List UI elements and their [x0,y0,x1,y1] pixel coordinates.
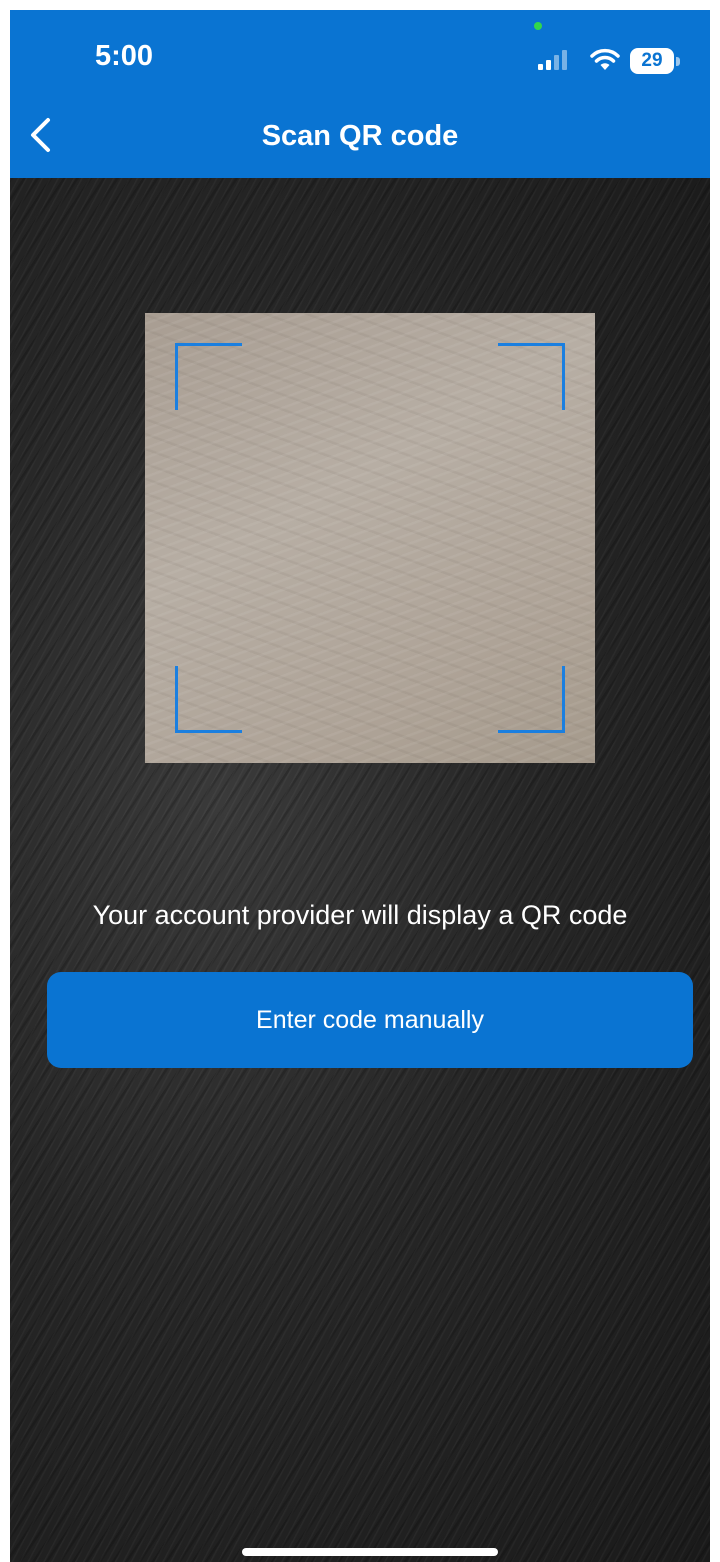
scan-instruction: Your account provider will display a QR … [92,900,628,930]
battery-level: 29 [630,48,674,74]
page-title: Scan QR code [261,120,459,152]
phone-screen: 5:00 29 Scan QR code Your account provid… [10,10,710,1562]
home-indicator[interactable] [242,1548,498,1556]
qr-scan-frame [145,313,595,763]
scan-corner-bottom-right [498,666,565,733]
scan-corner-top-right [498,343,565,410]
wifi-icon [590,48,620,70]
camera-viewfinder: Your account provider will display a QR … [10,178,710,1562]
battery-icon: 29 [630,48,682,74]
scan-corner-bottom-left [175,666,242,733]
signal-icon [538,50,567,70]
camera-in-use-indicator [534,22,542,30]
app-header: 5:00 29 Scan QR code [10,10,710,178]
battery-cap [676,57,680,66]
scan-corner-top-left [175,343,242,410]
enter-code-manually-button[interactable]: Enter code manually [47,972,693,1068]
status-time: 5:00 [95,40,154,72]
